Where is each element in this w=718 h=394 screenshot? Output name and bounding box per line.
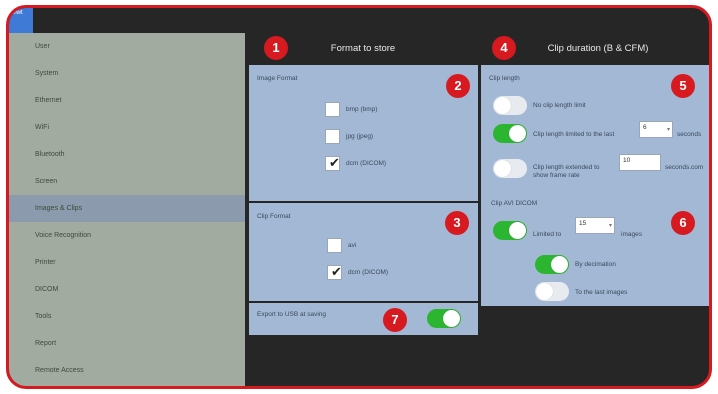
sidebar-item-remote-access[interactable]: Remote Access <box>9 357 245 384</box>
clip-avi-dicom-title: Clip AVI DICOM <box>491 200 538 207</box>
jpg-label: jpg (jpeg) <box>346 132 374 140</box>
callout-badge-7: 7 <box>383 308 407 332</box>
limit-seconds-value: 6 <box>643 124 647 131</box>
bmp-label: bmp (bmp) <box>346 105 378 113</box>
avi-label: avi <box>348 241 357 249</box>
toggle-knob <box>509 125 526 142</box>
settings-screen: eiwt User System Ethernet WiFi Bluetooth… <box>9 8 709 386</box>
limit-last-label: Clip length limited to the last <box>533 131 615 138</box>
sidebar-item-user[interactable]: User <box>9 33 245 60</box>
checkmark-icon: ✔ <box>329 154 340 170</box>
last-images-label: To the last images <box>575 289 628 296</box>
sidebar-item-dicom[interactable]: DICOM <box>9 276 245 303</box>
callout-badge-2: 2 <box>446 74 470 98</box>
clip-format-avi-option[interactable]: avi <box>327 237 356 253</box>
bmp-checkbox[interactable] <box>325 101 340 117</box>
image-dcm-label: dcm (DICOM) <box>346 159 387 167</box>
image-format-bmp-option[interactable]: bmp (bmp) <box>325 101 377 117</box>
extend-seconds-value: 10 <box>623 157 631 164</box>
toggle-knob <box>494 97 511 114</box>
sidebar-item-wifi[interactable]: WiFi <box>9 114 245 141</box>
sidebar-item-ethernet[interactable]: Ethernet <box>9 87 245 114</box>
by-decimation-toggle[interactable] <box>535 255 569 274</box>
clip-format-dcm-option[interactable]: ✔ dcm (DICOM) <box>327 264 388 280</box>
avi-checkbox[interactable] <box>327 237 342 253</box>
last-images-toggle[interactable] <box>535 282 569 301</box>
toggle-knob <box>551 256 568 273</box>
sidebar-item-tools[interactable]: Tools <box>9 303 245 330</box>
jpg-checkbox[interactable] <box>325 128 340 144</box>
callout-badge-4: 4 <box>492 36 516 60</box>
limit-seconds-input[interactable]: 6 ▾ <box>639 121 673 138</box>
checkmark-icon: ✔ <box>331 263 342 279</box>
sidebar-item-bluetooth[interactable]: Bluetooth <box>9 141 245 168</box>
by-decimation-label: By decimation <box>575 261 616 268</box>
callout-badge-1: 1 <box>264 36 288 60</box>
clip-length-panel: Clip length No clip length limit Clip le… <box>481 65 709 306</box>
limited-images-toggle[interactable] <box>493 221 527 240</box>
extend-seconds-input[interactable]: 10 <box>619 154 661 171</box>
toggle-knob <box>443 310 460 327</box>
sidebar-item-images-clips[interactable]: Images & Clips <box>9 195 245 222</box>
clip-format-panel: Clip Format avi ✔ dcm (DICOM) <box>249 203 478 301</box>
clip-dcm-checkbox[interactable]: ✔ <box>327 263 342 280</box>
limited-images-unit: images <box>621 231 642 238</box>
callout-badge-3: 3 <box>445 211 469 235</box>
sidebar-item-report[interactable]: Report <box>9 330 245 357</box>
toggle-knob <box>494 160 511 177</box>
export-usb-toggle[interactable] <box>427 309 461 328</box>
export-usb-label: Export to USB at saving <box>257 311 327 318</box>
toggle-knob <box>509 222 526 239</box>
limited-to-label: Limited to <box>533 231 562 238</box>
sidebar-item-printer[interactable]: Printer <box>9 249 245 276</box>
limited-images-input[interactable]: 15 ▾ <box>575 217 615 234</box>
limit-seconds-unit: seconds <box>677 131 702 138</box>
extend-seconds-unit: seconds.com <box>665 164 704 171</box>
image-dcm-checkbox[interactable]: ✔ <box>325 154 340 171</box>
screenshot-frame: eiwt User System Ethernet WiFi Bluetooth… <box>6 5 712 389</box>
spinner-arrows-icon: ▾ <box>608 223 612 229</box>
no-limit-label: No clip length limit <box>533 102 586 109</box>
image-format-panel: Image Format bmp (bmp) jpg (jpeg) ✔ dcm … <box>249 65 478 201</box>
image-format-dcm-option[interactable]: ✔ dcm (DICOM) <box>325 155 386 171</box>
callout-badge-5: 5 <box>671 74 695 98</box>
limit-last-toggle[interactable] <box>493 124 527 143</box>
sidebar-item-system[interactable]: System <box>9 60 245 87</box>
limited-images-value: 15 <box>579 220 587 227</box>
image-format-jpg-option[interactable]: jpg (jpeg) <box>325 128 373 144</box>
clip-format-title: Clip Format <box>257 213 291 220</box>
no-limit-toggle[interactable] <box>493 96 527 115</box>
sidebar-item-voice-recognition[interactable]: Voice Recognition <box>9 222 245 249</box>
sidebar-item-screen[interactable]: Screen <box>9 168 245 195</box>
extend-label: Clip length extended to show frame rate <box>533 164 600 179</box>
settings-sidebar: User System Ethernet WiFi Bluetooth Scre… <box>9 33 245 386</box>
clip-length-title: Clip length <box>489 75 520 82</box>
extend-toggle[interactable] <box>493 159 527 178</box>
image-format-title: Image Format <box>257 75 298 82</box>
app-tab[interactable]: eiwt <box>9 8 33 34</box>
callout-badge-6: 6 <box>671 211 695 235</box>
spinner-arrows-icon: ▾ <box>666 127 670 133</box>
export-panel: Export to USB at saving <box>249 303 478 335</box>
clip-dcm-label: dcm (DICOM) <box>348 268 389 276</box>
toggle-knob <box>536 283 553 300</box>
